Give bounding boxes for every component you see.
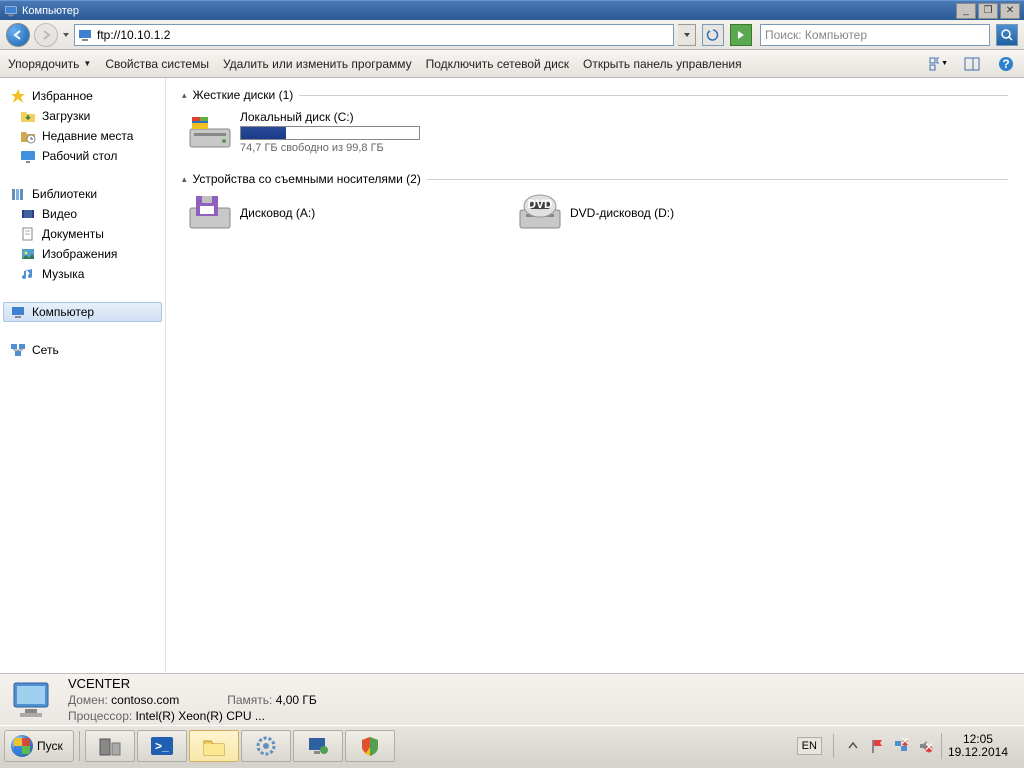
drive-name: Дисковод (A:)	[240, 206, 315, 220]
search-box[interactable]: Поиск: Компьютер	[760, 24, 990, 46]
svg-text:?: ?	[1002, 57, 1009, 71]
shield-icon	[356, 733, 384, 759]
taskbar: Пуск >_ EN ✕ ✕ 12:05 19.12.2014	[0, 725, 1024, 765]
star-icon	[10, 88, 26, 104]
back-button[interactable]	[6, 23, 30, 47]
drive-name: Локальный диск (C:)	[240, 110, 420, 124]
refresh-button[interactable]	[702, 24, 724, 46]
drive-c[interactable]: Локальный диск (C:) 74,7 ГБ свободно из …	[188, 110, 458, 154]
floppy-drive-icon	[188, 194, 232, 232]
drive-a-floppy[interactable]: Дисковод (A:)	[188, 194, 458, 232]
powershell-icon: >_	[148, 733, 176, 759]
taskbar-pinned-powershell[interactable]: >_	[137, 730, 187, 762]
minimize-button[interactable]: _	[956, 3, 976, 19]
address-bar[interactable]	[74, 24, 674, 46]
command-toolbar: Упорядочить ▼ Свойства системы Удалить и…	[0, 50, 1024, 78]
svg-text:DVD: DVD	[527, 197, 553, 211]
content-area: ▴ Жесткие диски (1) Локальный диск (C:) …	[165, 78, 1024, 673]
forward-button[interactable]	[34, 23, 58, 47]
svg-text:>_: >_	[155, 739, 169, 753]
sidebar-item-videos[interactable]: Видео	[0, 204, 165, 224]
desktop-icon	[20, 148, 36, 164]
svg-text:✕: ✕	[924, 740, 933, 754]
folder-icon	[20, 108, 36, 124]
explorer-icon	[200, 733, 228, 759]
computer-icon	[77, 27, 93, 43]
search-placeholder: Поиск: Компьютер	[765, 28, 985, 42]
details-pane: VCENTER Домен: contoso.com Память: 4,00 …	[0, 673, 1024, 725]
taskbar-clock[interactable]: 12:05 19.12.2014	[941, 733, 1014, 759]
network-icon	[10, 342, 26, 358]
windows-orb-icon	[11, 735, 33, 757]
window-title: Компьютер	[22, 5, 956, 17]
maximize-button[interactable]: ❐	[978, 3, 998, 19]
address-input[interactable]	[97, 28, 671, 42]
removable-section-header[interactable]: ▴ Устройства со съемными носителями (2)	[182, 172, 1008, 186]
recent-icon	[20, 128, 36, 144]
history-dropdown-icon[interactable]	[62, 29, 70, 41]
computer-icon	[10, 304, 26, 320]
sidebar-item-network[interactable]: Сеть	[0, 340, 165, 360]
drive-free-text: 74,7 ГБ свободно из 99,8 ГБ	[240, 142, 420, 154]
pictures-icon	[20, 246, 36, 262]
sidebar-item-recent[interactable]: Недавние места	[0, 126, 165, 146]
start-button[interactable]: Пуск	[4, 730, 74, 762]
computer-icon	[10, 679, 56, 721]
svg-text:✕: ✕	[900, 738, 909, 748]
control-panel-button[interactable]: Открыть панель управления	[583, 57, 742, 71]
taskbar-item-settings[interactable]	[241, 730, 291, 762]
music-icon	[20, 266, 36, 282]
sidebar-item-pictures[interactable]: Изображения	[0, 244, 165, 264]
drive-name: DVD-дисковод (D:)	[570, 206, 674, 220]
help-button[interactable]: ?	[996, 54, 1016, 74]
address-dropdown-button[interactable]	[678, 24, 696, 46]
window-titlebar: Компьютер _ ❐ ✕	[0, 0, 1024, 20]
gear-icon	[252, 733, 280, 759]
navigation-pane: Избранное Загрузки Недавние места Рабочи…	[0, 78, 165, 673]
favorites-header[interactable]: Избранное	[0, 86, 165, 106]
hdd-icon	[188, 113, 232, 151]
libraries-icon	[10, 186, 26, 202]
sidebar-item-documents[interactable]: Документы	[0, 224, 165, 244]
sidebar-item-downloads[interactable]: Загрузки	[0, 106, 165, 126]
hdd-section-header[interactable]: ▴ Жесткие диски (1)	[182, 88, 1008, 102]
video-icon	[20, 206, 36, 222]
tray-sound-icon[interactable]: ✕	[917, 738, 933, 754]
taskbar-item-explorer[interactable]	[189, 730, 239, 762]
dvd-drive-icon: DVD	[518, 194, 562, 232]
sidebar-item-desktop[interactable]: Рабочий стол	[0, 146, 165, 166]
organize-menu[interactable]: Упорядочить ▼	[8, 57, 91, 71]
remote-icon	[304, 733, 332, 759]
hostname: VCENTER	[68, 676, 317, 691]
search-button[interactable]	[996, 24, 1018, 46]
tray-up-icon[interactable]	[845, 738, 861, 754]
map-drive-button[interactable]: Подключить сетевой диск	[426, 57, 569, 71]
taskbar-item-shield[interactable]	[345, 730, 395, 762]
system-tray: EN ✕ ✕ 12:05 19.12.2014	[791, 733, 1020, 759]
tray-network-icon[interactable]: ✕	[893, 738, 909, 754]
language-indicator[interactable]: EN	[797, 737, 822, 755]
go-button[interactable]	[730, 24, 752, 46]
libraries-header[interactable]: Библиотеки	[0, 184, 165, 204]
collapse-icon: ▴	[182, 90, 187, 101]
view-options-button[interactable]: ▼	[928, 54, 948, 74]
sidebar-item-computer[interactable]: Компьютер	[3, 302, 162, 322]
uninstall-program-button[interactable]: Удалить или изменить программу	[223, 57, 412, 71]
close-button[interactable]: ✕	[1000, 3, 1020, 19]
server-icon	[96, 733, 124, 759]
preview-pane-button[interactable]	[962, 54, 982, 74]
documents-icon	[20, 226, 36, 242]
taskbar-pinned-server-manager[interactable]	[85, 730, 135, 762]
collapse-icon: ▴	[182, 174, 187, 185]
drive-d-dvd[interactable]: DVD DVD-дисковод (D:)	[518, 194, 788, 232]
tray-flag-icon[interactable]	[869, 738, 885, 754]
taskbar-item-remote[interactable]	[293, 730, 343, 762]
system-properties-button[interactable]: Свойства системы	[105, 57, 209, 71]
sidebar-item-music[interactable]: Музыка	[0, 264, 165, 284]
address-toolbar: Поиск: Компьютер	[0, 20, 1024, 50]
computer-icon	[4, 4, 18, 18]
drive-usage-bar	[240, 126, 420, 140]
